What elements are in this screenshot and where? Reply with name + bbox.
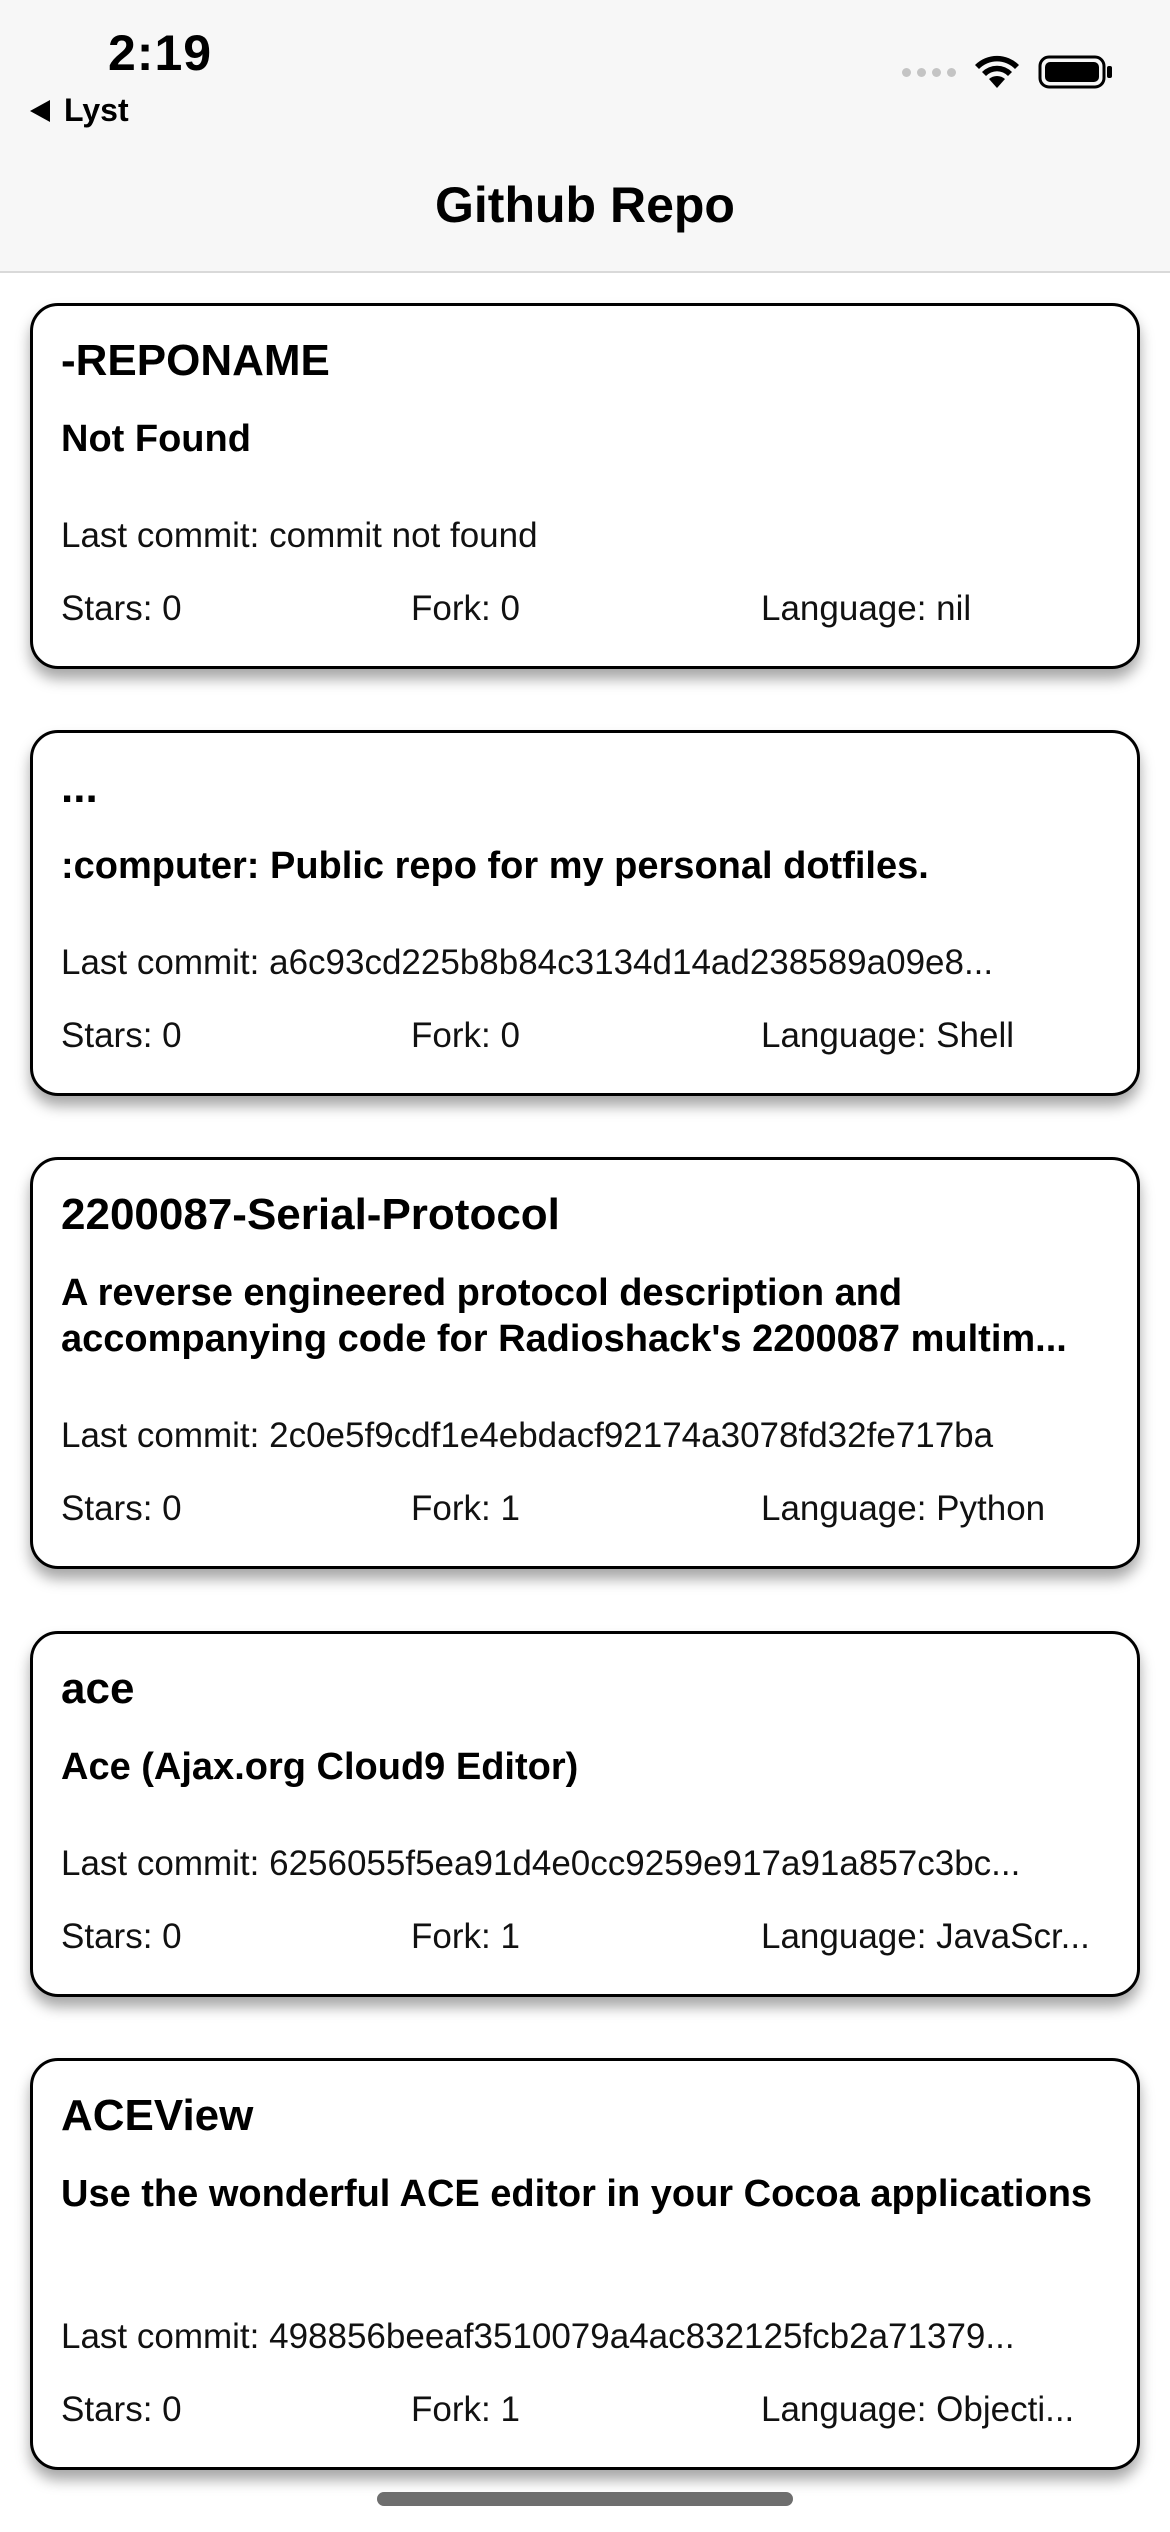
- repo-description: Ace (Ajax.org Cloud9 Editor): [61, 1746, 579, 1788]
- repo-description: :computer: Public repo for my personal d…: [61, 845, 929, 887]
- repo-language: Language: Python: [761, 1489, 1046, 1528]
- battery-icon: [1038, 55, 1112, 89]
- repo-card[interactable]: 2200087-Serial-Protocol A reverse engine…: [30, 1157, 1140, 1569]
- repo-last-commit: Last commit: 6256055f5ea91d4e0cc9259e917…: [61, 1844, 1021, 1883]
- repo-description: Use the wonderful ACE editor in your Coc…: [61, 2173, 1093, 2215]
- page-title: Github Repo: [435, 177, 735, 233]
- repo-forks: Fork: 0: [411, 1016, 520, 1055]
- repo-stars: Stars: 0: [61, 1489, 182, 1528]
- repo-forks: Fork: 1: [411, 1489, 520, 1528]
- repo-name: ace: [61, 1664, 135, 1713]
- repo-name: -REPONAME: [61, 336, 330, 385]
- repo-name: ACEView: [61, 2091, 254, 2140]
- repo-last-commit: Last commit: 498856beeaf3510079a4ac83212…: [61, 2317, 1015, 2356]
- home-indicator[interactable]: [377, 2492, 793, 2506]
- repo-stars: Stars: 0: [61, 589, 182, 628]
- repo-forks: Fork: 1: [411, 2390, 520, 2429]
- back-to-app-button[interactable]: Lyst: [30, 92, 129, 129]
- repo-forks: Fork: 0: [411, 589, 520, 628]
- repo-language: Language: JavaScr...: [761, 1917, 1090, 1956]
- navigation-bar: Github Repo: [0, 140, 1170, 273]
- repo-forks: Fork: 1: [411, 1917, 520, 1956]
- status-time: 2:19: [108, 25, 213, 81]
- repo-description: A reverse engineered protocol descriptio…: [61, 1272, 1067, 1360]
- status-bar: 2:19 Lyst: [0, 0, 1170, 140]
- repo-stars: Stars: 0: [61, 2390, 182, 2429]
- repo-last-commit: Last commit: a6c93cd225b8b84c3134d14ad23…: [61, 943, 994, 982]
- repo-card[interactable]: ... :computer: Public repo for my person…: [30, 730, 1140, 1096]
- repo-card[interactable]: ace Ace (Ajax.org Cloud9 Editor) Last co…: [30, 1631, 1140, 1997]
- repo-last-commit: Last commit: 2c0e5f9cdf1e4ebdacf92174a30…: [61, 1416, 994, 1455]
- repo-language: Language: nil: [761, 589, 972, 628]
- cellular-signal-icon: [902, 67, 956, 77]
- back-arrow-icon: [30, 99, 50, 122]
- status-icons: [902, 54, 1114, 90]
- repo-name: ...: [61, 763, 98, 812]
- repo-card[interactable]: -REPONAME Not Found Last commit: commit …: [30, 303, 1140, 669]
- repo-language: Language: Objecti...: [761, 2390, 1075, 2429]
- repo-stars: Stars: 0: [61, 1917, 182, 1956]
- repo-card[interactable]: ACEView Use the wonderful ACE editor in …: [30, 2058, 1140, 2470]
- repo-last-commit: Last commit: commit not found: [61, 516, 538, 555]
- repo-language: Language: Shell: [761, 1016, 1014, 1055]
- repo-description: Not Found: [61, 418, 251, 460]
- repo-stars: Stars: 0: [61, 1016, 182, 1055]
- wifi-icon: [975, 55, 1019, 88]
- back-app-label: Lyst: [64, 92, 129, 128]
- repo-name: 2200087-Serial-Protocol: [61, 1190, 560, 1239]
